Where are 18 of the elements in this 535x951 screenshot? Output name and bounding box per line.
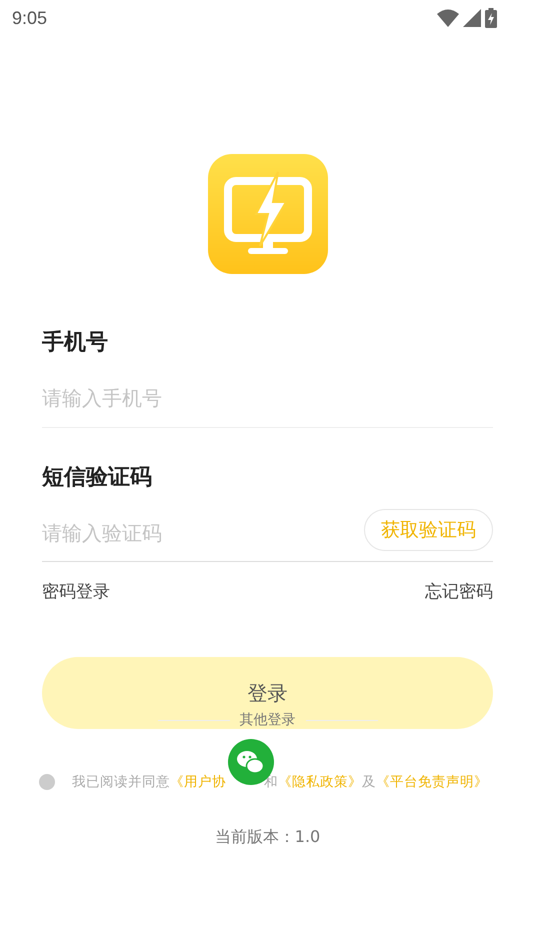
agreement-link[interactable]: 《平台免责声明》 [376,773,488,792]
code-label: 短信验证码 [42,464,153,492]
app-logo-icon [208,154,328,274]
signal-icon [463,9,481,27]
get-code-button[interactable]: 获取验证码 [364,508,493,551]
phone-label: 手机号 [42,329,109,357]
agreement-link[interactable]: 《隐私政策》 [278,773,362,792]
version-text: 当前版本：1.0 [214,827,320,848]
agreement-text: 及 [362,773,376,792]
battery-icon [485,8,497,28]
agree-radio[interactable] [39,774,55,790]
status-time: 9:05 [12,8,48,28]
agreement-link[interactable]: 《用户协 [170,773,226,792]
other-login-label: 其他登录 [240,711,296,730]
agreement-text: 我已阅读并同意 [72,773,170,792]
forgot-password-link[interactable]: 忘记密码 [425,580,493,604]
wifi-icon [437,9,459,27]
password-login-link[interactable]: 密码登录 [42,580,110,604]
